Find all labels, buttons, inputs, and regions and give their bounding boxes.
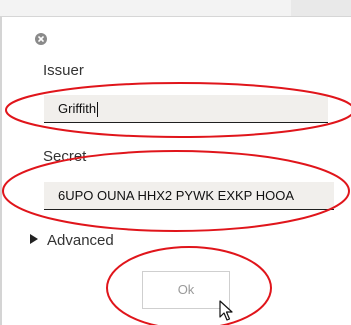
window-top-bar bbox=[0, 0, 351, 17]
close-icon[interactable] bbox=[35, 33, 47, 45]
secret-input[interactable]: 6UPO OUNA HHX2 PYWK EXKP HOOA bbox=[44, 182, 334, 210]
secret-label: Secret bbox=[43, 148, 87, 165]
window-left-edge bbox=[0, 0, 2, 325]
issuer-input-value: Griffith bbox=[58, 101, 97, 116]
secret-input-value: 6UPO OUNA HHX2 PYWK EXKP HOOA bbox=[58, 188, 294, 203]
issuer-label: Issuer bbox=[43, 62, 84, 79]
mouse-pointer-icon bbox=[219, 300, 233, 321]
expand-triangle-icon bbox=[30, 234, 38, 244]
advanced-label: Advanced bbox=[47, 232, 114, 249]
text-caret bbox=[97, 102, 99, 118]
ok-button[interactable]: Ok bbox=[142, 271, 230, 309]
advanced-toggle[interactable]: Advanced bbox=[30, 232, 114, 249]
issuer-input[interactable]: Griffith bbox=[44, 95, 328, 123]
